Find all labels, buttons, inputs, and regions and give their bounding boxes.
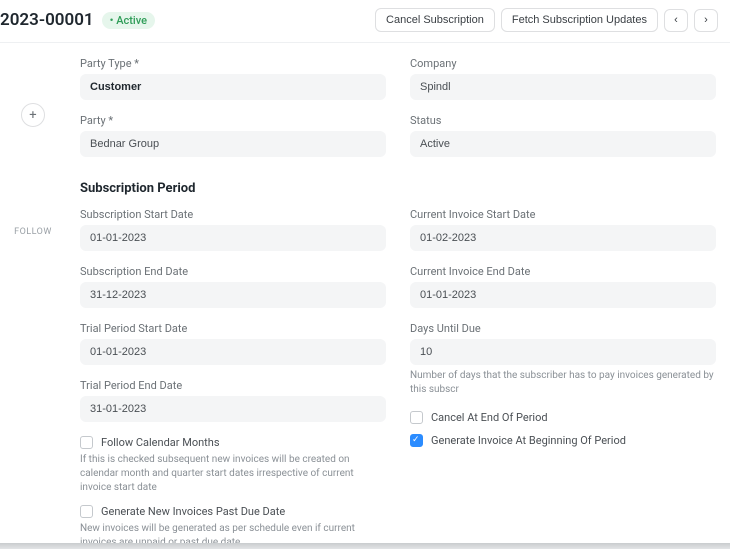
form-area: Party Type * Company Party * S [66,43,730,549]
follow-calendar-help: If this is checked subsequent new invoic… [80,453,386,495]
section-subscription-period: Subscription Period [80,181,716,196]
page-title: 2023-00001 [0,10,94,30]
cancel-end-checkbox[interactable]: Cancel At End Of Period [410,411,716,424]
cancel-subscription-button[interactable]: Cancel Subscription [375,8,495,32]
follow-calendar-checkbox[interactable]: Follow Calendar Months [80,436,386,449]
party-label: Party * [80,114,386,127]
page-header: 2023-00001 • Active Cancel Subscription … [0,0,730,43]
gen-begin-label: Generate Invoice At Beginning Of Period [431,434,626,447]
trial-end-input[interactable] [80,396,386,422]
sub-end-input[interactable] [80,282,386,308]
sub-start-label: Subscription Start Date [80,208,386,221]
prev-button[interactable]: ‹ [664,9,688,32]
sub-start-input[interactable] [80,225,386,251]
trial-end-label: Trial Period End Date [80,379,386,392]
days-due-input[interactable] [410,339,716,365]
fetch-updates-button[interactable]: Fetch Subscription Updates [501,8,658,32]
gen-begin-checkbox[interactable]: Generate Invoice At Beginning Of Period [410,434,716,447]
party-input[interactable] [80,131,386,157]
follow-button[interactable]: FOLLOW [14,227,52,237]
gen-past-due-label: Generate New Invoices Past Due Date [101,505,285,518]
follow-calendar-label: Follow Calendar Months [101,436,220,449]
company-label: Company [410,57,716,70]
cur-end-input[interactable] [410,282,716,308]
party-type-input[interactable] [80,74,386,100]
cancel-end-label: Cancel At End Of Period [431,411,548,424]
party-type-label: Party Type * [80,57,386,70]
bottom-scrollbar[interactable] [0,543,730,549]
status-input[interactable] [410,131,716,157]
add-button[interactable]: + [21,103,45,127]
trial-start-label: Trial Period Start Date [80,322,386,335]
sub-end-label: Subscription End Date [80,265,386,278]
status-badge: • Active [102,12,155,29]
cur-start-label: Current Invoice Start Date [410,208,716,221]
left-rail: + FOLLOW [0,43,66,549]
next-button[interactable]: › [694,9,718,32]
company-input[interactable] [410,74,716,100]
days-due-label: Days Until Due [410,322,716,335]
gen-past-due-checkbox[interactable]: Generate New Invoices Past Due Date [80,505,386,518]
cur-start-input[interactable] [410,225,716,251]
status-label: Status [410,114,716,127]
days-due-help: Number of days that the subscriber has t… [410,369,716,397]
trial-start-input[interactable] [80,339,386,365]
cur-end-label: Current Invoice End Date [410,265,716,278]
